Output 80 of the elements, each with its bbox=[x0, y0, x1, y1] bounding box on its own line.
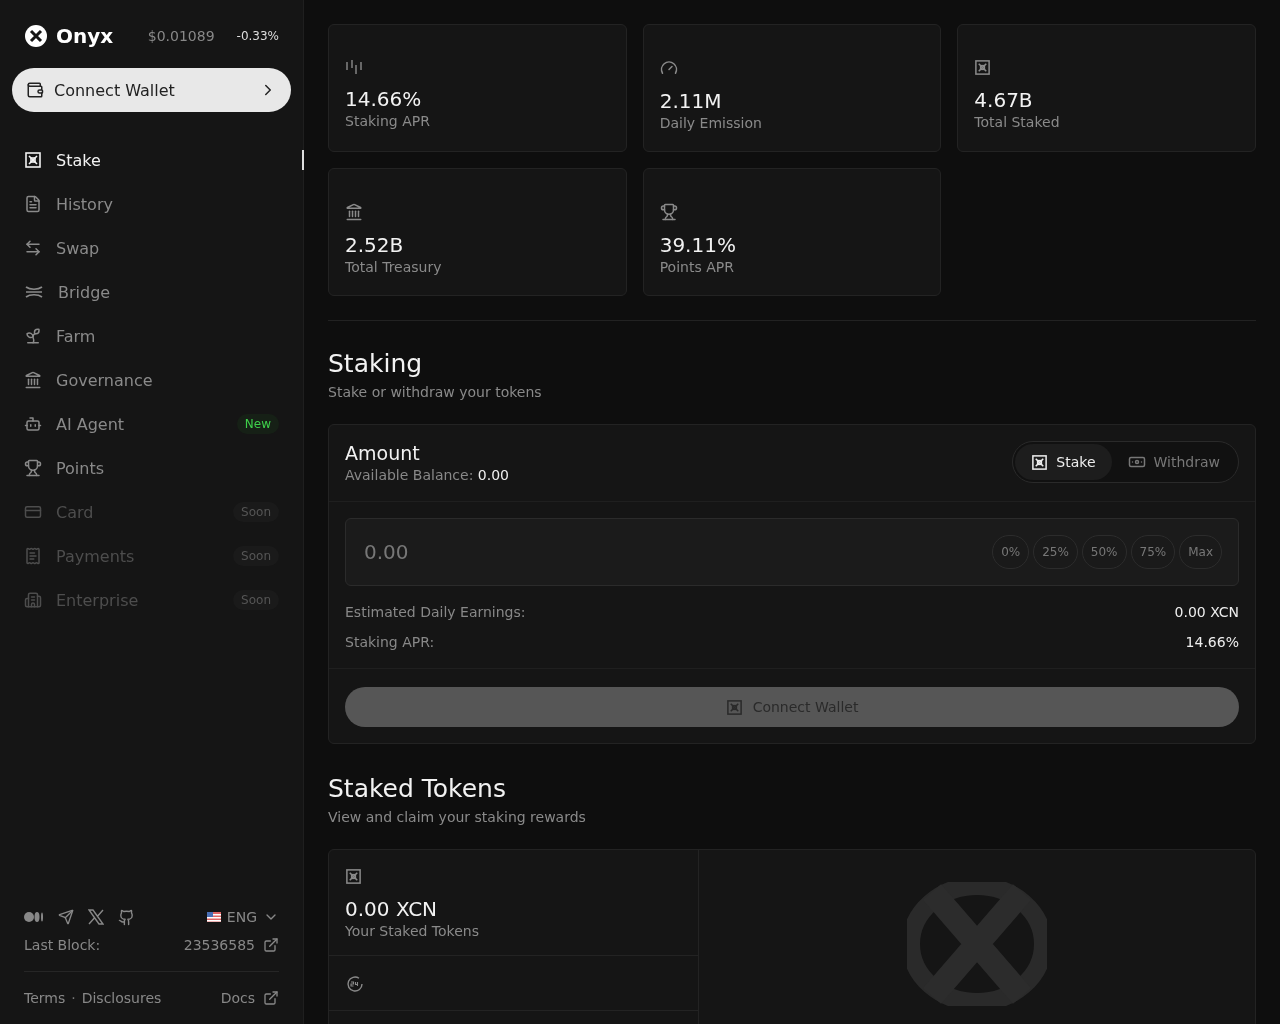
language-selector[interactable]: ENG bbox=[206, 909, 279, 925]
wallet-icon bbox=[26, 81, 44, 99]
nav-item[interactable]: History bbox=[12, 182, 291, 226]
external-link-icon bbox=[263, 937, 279, 953]
stat-value: 39.11% bbox=[659, 233, 737, 257]
percentage-button[interactable]: 25% bbox=[1033, 535, 1078, 569]
token-price: $0.01089 bbox=[147, 28, 215, 44]
medium-icon[interactable] bbox=[24, 911, 44, 923]
stat-label: Staking APR bbox=[345, 113, 431, 129]
receipt-icon bbox=[24, 547, 42, 565]
document-icon bbox=[24, 195, 42, 213]
mode-tab[interactable]: Withdraw bbox=[1111, 444, 1236, 480]
nav-item[interactable]: Farm bbox=[12, 314, 291, 358]
docs-link[interactable]: Docs bbox=[220, 990, 279, 1006]
detail-label: Estimated Daily Earnings: bbox=[345, 604, 526, 620]
telegram-icon[interactable] bbox=[58, 909, 74, 925]
available-balance: Available Balance: 0.00 bbox=[345, 466, 510, 483]
brand-name: Onyx bbox=[56, 24, 115, 48]
footer-link[interactable]: Disclosures bbox=[81, 990, 162, 1006]
section-subtitle: Stake or withdraw your tokens bbox=[328, 384, 543, 400]
bank-icon bbox=[24, 371, 42, 389]
nav-item[interactable]: Points bbox=[12, 446, 291, 490]
percentage-button[interactable]: 75% bbox=[1130, 535, 1176, 569]
nav-item[interactable]: Bridge bbox=[12, 270, 291, 314]
mode-tab[interactable]: Stake bbox=[1015, 444, 1112, 480]
trophy-icon bbox=[24, 459, 42, 477]
stat-label: Your Staked Tokens bbox=[345, 923, 480, 939]
stat-label: Points APR bbox=[659, 259, 735, 275]
staking-box-icon bbox=[974, 59, 992, 76]
robot-icon bbox=[24, 415, 42, 433]
last-block-link[interactable]: 23536585 bbox=[183, 937, 279, 953]
nav-badge: New bbox=[236, 414, 279, 434]
detail-value: 14.66% bbox=[1185, 634, 1239, 650]
percentage-button[interactable]: 50% bbox=[1081, 535, 1127, 569]
staking-box-icon bbox=[725, 698, 743, 716]
stat-value: 0.00 XCN bbox=[345, 897, 439, 921]
trophy-icon bbox=[659, 203, 678, 221]
last-block-label: Last Block: bbox=[24, 937, 101, 953]
staking-box-icon bbox=[1031, 453, 1049, 471]
us-flag-icon bbox=[206, 912, 221, 922]
nav-badge: Soon bbox=[233, 590, 279, 610]
staking-box-icon bbox=[24, 151, 42, 169]
clock-24-icon bbox=[345, 974, 365, 994]
footer-link[interactable]: Terms bbox=[24, 990, 66, 1006]
detail-label: Staking APR: bbox=[345, 634, 435, 650]
percentage-button[interactable]: 0% bbox=[992, 535, 1030, 569]
percentage-button[interactable]: Max bbox=[1179, 535, 1222, 569]
stat-value: 2.11M bbox=[659, 89, 723, 113]
nav-badge: Soon bbox=[233, 546, 279, 566]
building-icon bbox=[24, 591, 42, 609]
nav-badge: Soon bbox=[233, 502, 279, 522]
gauge-icon bbox=[659, 59, 678, 77]
stat-value: 2.52B bbox=[345, 233, 405, 257]
swap-arrows-icon bbox=[24, 239, 42, 257]
candlestick-icon bbox=[345, 59, 363, 75]
logo-icon bbox=[24, 24, 48, 48]
nav-item[interactable]: Swap bbox=[12, 226, 291, 270]
separator-dot: · bbox=[71, 990, 76, 1006]
connect-wallet-button[interactable]: Connect Wallet bbox=[12, 68, 291, 112]
nav-item[interactable]: AI Agent New bbox=[12, 402, 291, 446]
sprout-icon bbox=[24, 327, 42, 345]
section-title: Staking bbox=[328, 349, 424, 378]
amount-title: Amount bbox=[345, 441, 421, 464]
section-title: Staked Tokens bbox=[328, 774, 507, 803]
stat-label: Daily Emission bbox=[659, 115, 763, 131]
nav-item[interactable]: Governance bbox=[12, 358, 291, 402]
stat-value: 14.66% bbox=[345, 87, 423, 111]
price-change: -0.33% bbox=[236, 29, 279, 43]
external-link-icon bbox=[263, 990, 279, 1006]
github-icon[interactable] bbox=[118, 908, 135, 926]
staking-box-icon bbox=[345, 868, 362, 885]
section-subtitle: View and claim your staking rewards bbox=[328, 809, 587, 825]
amount-input-field[interactable]: 0.00 0% 25% 50% 75% Max bbox=[345, 518, 1239, 586]
stat-label: Total Treasury bbox=[345, 259, 443, 275]
bank-icon bbox=[345, 203, 363, 221]
stat-label: Total Staked bbox=[974, 114, 1061, 130]
x-logo-icon[interactable] bbox=[88, 909, 104, 925]
card-icon bbox=[24, 503, 42, 521]
stat-value: 4.67B bbox=[974, 88, 1034, 112]
detail-value: 0.00 XCN bbox=[1174, 604, 1239, 620]
